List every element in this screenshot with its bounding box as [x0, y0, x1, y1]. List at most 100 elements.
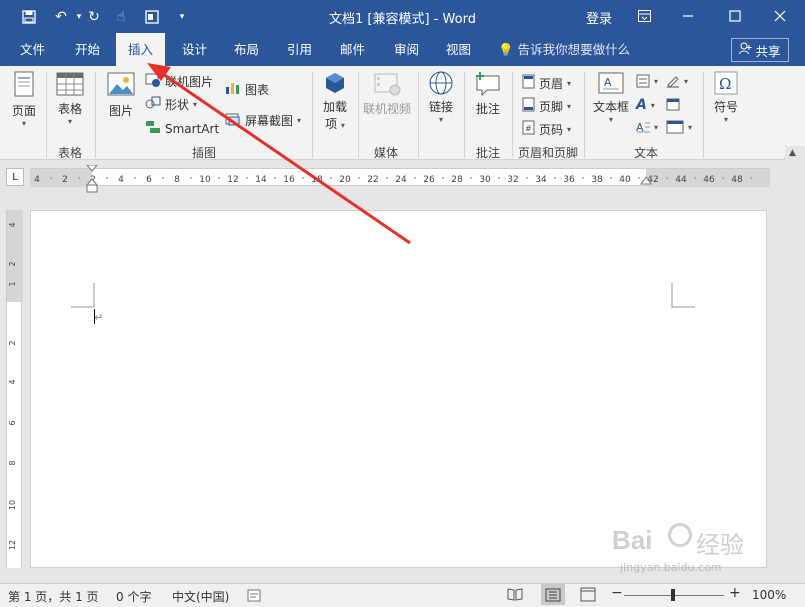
tab-layout[interactable]: 布局	[226, 33, 267, 66]
ruler-tick-label: 38	[591, 175, 603, 185]
page-number-icon: #	[522, 120, 535, 138]
zoom-level[interactable]: 100%	[752, 588, 786, 602]
language-indicator[interactable]: 中文(中国)	[172, 588, 229, 605]
tab-selector[interactable]: L	[6, 168, 24, 186]
online-video-label: 联机视频	[362, 102, 411, 116]
screenshot-button[interactable]: 屏幕截图 ▾	[225, 112, 301, 129]
macro-icon[interactable]	[247, 589, 261, 605]
tab-home[interactable]: 开始	[67, 33, 108, 66]
ruler-tick-label: 1	[8, 281, 17, 286]
ruler-tick-label: 6	[146, 175, 152, 185]
symbol-label: 符号	[713, 100, 738, 114]
web-layout-icon[interactable]	[580, 587, 596, 605]
group-separator	[95, 72, 96, 158]
object-icon[interactable]: ▾	[666, 120, 692, 134]
header-button[interactable]: 页眉 ▾	[522, 74, 571, 92]
tell-me-box[interactable]: 💡 告诉我你想要做什么	[498, 33, 630, 66]
vertical-scrollbar[interactable]: ▲	[785, 146, 805, 586]
ruler-tick-label: 44	[675, 175, 687, 185]
header-icon	[522, 74, 535, 92]
smartart-button[interactable]: SmartArt	[145, 120, 219, 137]
ribbon-display-icon[interactable]	[631, 4, 657, 28]
ruler-tick-label: 6	[8, 420, 17, 425]
indent-marker[interactable]	[85, 165, 99, 195]
read-mode-icon[interactable]	[507, 587, 523, 605]
date-time-icon[interactable]	[666, 97, 680, 111]
svg-text:#: #	[525, 124, 532, 133]
tab-view[interactable]: 视图	[438, 33, 479, 66]
tab-references[interactable]: 引用	[279, 33, 320, 66]
right-indent-marker[interactable]	[639, 175, 653, 189]
word-count[interactable]: 0 个字	[116, 588, 151, 605]
ruler-tick-label: 2	[8, 340, 17, 345]
login-link[interactable]: 登录	[586, 8, 612, 27]
group-separator	[418, 72, 419, 158]
chevron-down-icon: ▾	[193, 100, 198, 109]
table-button[interactable]: 表格 ▾	[52, 70, 88, 126]
footer-button[interactable]: 页脚 ▾	[522, 97, 571, 115]
footer-icon	[522, 97, 535, 115]
addins-button[interactable]: 加载 项 ▾	[318, 70, 352, 132]
page-number-label: 页码	[539, 122, 564, 137]
horizontal-ruler[interactable]: 4224681012141618202224262830323436384042…	[30, 165, 770, 193]
document-page[interactable]: ↵	[30, 210, 767, 568]
close-icon[interactable]	[767, 4, 793, 28]
print-layout-view-icon[interactable]	[541, 584, 565, 605]
ruler-row: L 42246810121416182022242628303234363840…	[0, 160, 805, 193]
page-count[interactable]: 第 1 页，共 1 页	[8, 588, 99, 605]
tab-review[interactable]: 审阅	[386, 33, 427, 66]
minimize-icon[interactable]	[675, 4, 701, 28]
tab-insert[interactable]: 插入	[116, 33, 166, 67]
share-button[interactable]: 共享	[731, 38, 789, 62]
ruler-tick-label: 10	[199, 175, 211, 185]
vertical-ruler[interactable]: 4 2 1 2 4 6 8 10 12	[6, 210, 23, 568]
chevron-down-icon: ▾	[723, 115, 728, 124]
screenshot-label: 屏幕截图	[245, 114, 294, 128]
ruler-tick-label: 12	[8, 540, 17, 550]
quick-parts-icon[interactable]: ▾	[636, 74, 658, 88]
shapes-button[interactable]: 形状 ▾	[145, 96, 197, 113]
chevron-down-icon: ▾	[688, 122, 693, 132]
wordart-icon[interactable]: A ▾	[636, 97, 655, 113]
tab-mailings[interactable]: 邮件	[332, 33, 373, 66]
tab-file[interactable]: 文件	[12, 33, 53, 66]
textbox-button[interactable]: A 文本框 ▾	[590, 70, 632, 124]
pages-button[interactable]: 页面 ▾	[6, 70, 42, 128]
shapes-icon	[145, 96, 161, 113]
chevron-down-icon: ▾	[654, 122, 659, 132]
links-button[interactable]: 链接 ▾	[424, 70, 458, 124]
ruler-tick-label: 4	[34, 175, 40, 185]
ruler-tick-label: 36	[563, 175, 575, 185]
online-picture-button[interactable]: 联机图片	[145, 73, 213, 90]
group-separator	[584, 72, 585, 158]
maximize-icon[interactable]	[722, 4, 748, 28]
zoom-out-icon[interactable]: −	[611, 585, 623, 601]
group-separator	[464, 72, 465, 158]
chevron-down-icon: ▾	[297, 116, 302, 125]
group-label-media: 媒体	[374, 146, 399, 160]
zoom-in-icon[interactable]: +	[729, 585, 741, 601]
ruler-tick-label: 2	[8, 261, 17, 266]
signature-line-icon[interactable]: ▾	[666, 74, 688, 88]
chevron-down-icon: ▾	[650, 100, 655, 110]
tab-design[interactable]: 设计	[174, 33, 215, 66]
group-separator	[512, 72, 513, 158]
group-label-tables: 表格	[58, 146, 83, 160]
table-label: 表格	[57, 102, 82, 116]
online-picture-icon	[145, 73, 161, 90]
online-video-button[interactable]: 联机视频	[362, 70, 412, 117]
comment-label: 批注	[475, 102, 500, 116]
symbol-button[interactable]: Ω 符号 ▾	[708, 70, 744, 124]
ruler-tick-label: 32	[507, 175, 518, 185]
zoom-slider-thumb[interactable]	[671, 589, 675, 601]
scroll-up-icon[interactable]: ▲	[789, 148, 796, 158]
links-label: 链接	[428, 100, 453, 114]
chart-button[interactable]: 图表	[225, 81, 269, 98]
drop-cap-icon[interactable]: A ▾	[636, 120, 658, 134]
comment-button[interactable]: 批注	[470, 70, 506, 117]
shapes-label: 形状	[165, 98, 190, 112]
group-separator	[703, 72, 704, 158]
group-label-header-footer: 页眉和页脚	[518, 146, 579, 160]
page-number-button[interactable]: # 页码 ▾	[522, 120, 571, 138]
picture-button[interactable]: 图片	[101, 70, 141, 119]
